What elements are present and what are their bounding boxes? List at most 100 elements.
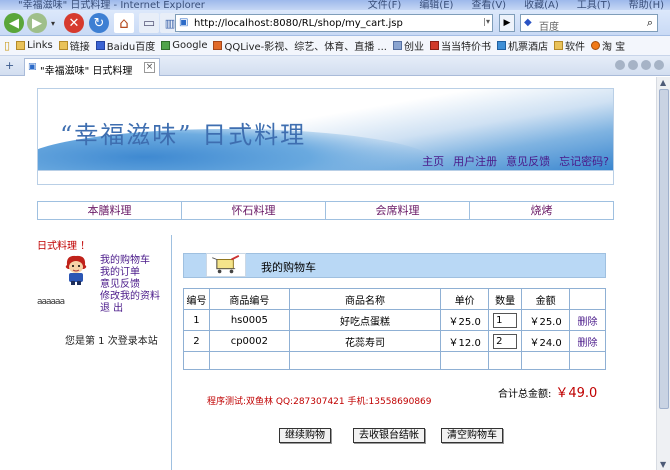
delete-link[interactable]: 删除	[569, 309, 606, 331]
print-icon[interactable]: ▭	[139, 13, 159, 33]
fav-ruanjian[interactable]: 软件	[553, 38, 585, 53]
baidu-icon	[95, 41, 105, 50]
folder-icon	[16, 41, 26, 50]
fav-chuangye[interactable]: 创业	[392, 38, 424, 53]
fav-lianjie[interactable]: 链接	[58, 38, 90, 53]
close-tab-icon[interactable]: ×	[144, 62, 155, 73]
link-home[interactable]: 主页	[422, 153, 444, 169]
col-code: 商品编号	[208, 288, 290, 310]
menu-favorites[interactable]: 收藏(A)	[524, 0, 559, 10]
forward-icon[interactable]: ▶	[27, 13, 47, 33]
navigation-bar: ◀ ▶ ▾ ✕ ↻ ⌂ ▭ ▥ ▣ http://localhost:8080/…	[0, 10, 670, 36]
cell-name: 花蕊寿司	[288, 330, 442, 352]
search-placeholder: 百度	[539, 22, 559, 33]
tab-current[interactable]: ▣ "幸福滋味" 日式料理 ×	[24, 58, 160, 77]
tab-bar: + ▣ "幸福滋味" 日式料理 ×	[0, 56, 670, 77]
col-price: 单价	[440, 288, 490, 310]
history-dropdown-icon[interactable]: ▾	[48, 13, 58, 33]
scroll-thumb[interactable]	[659, 89, 669, 409]
tab-control-icon[interactable]	[654, 60, 664, 70]
cell-qty	[488, 309, 523, 331]
site-banner: “幸福滋味” 日式料理 主页 用户注册 意见反馈 忘记密码?	[37, 88, 614, 171]
sidebar-item-my-cart[interactable]: 我的购物车	[100, 255, 160, 267]
total-value: ￥49.0	[555, 386, 598, 401]
category-kaiseki[interactable]: 怀石料理	[182, 202, 326, 219]
add-tab-icon[interactable]: +	[5, 59, 14, 72]
fav-google[interactable]: Google	[161, 40, 207, 51]
folder-icon	[58, 41, 68, 50]
cart-total: 合计总金额: ￥49.0	[498, 382, 597, 401]
fav-qqlive[interactable]: QQLive-影视、综艺、体育、直播 ...	[213, 38, 387, 53]
table-header-row: 编号 商品编号 商品名称 单价 数量 金额	[183, 288, 606, 310]
scroll-up-icon[interactable]: ▲	[660, 78, 666, 87]
continue-shopping-button[interactable]: 继续购物	[279, 428, 331, 443]
quantity-input[interactable]	[493, 333, 518, 349]
back-icon[interactable]: ◀	[4, 13, 24, 33]
banner-links: 主页 用户注册 意见反馈 忘记密码?	[422, 153, 609, 169]
link-register[interactable]: 用户注册	[453, 153, 497, 169]
search-icon[interactable]: ⌕	[647, 16, 653, 30]
site-icon	[392, 41, 402, 50]
sidebar-header: 日式料理 ！	[37, 241, 91, 252]
home-icon[interactable]: ⌂	[114, 13, 134, 33]
table-row-empty	[183, 351, 606, 370]
cell-code: cp0002	[208, 330, 290, 352]
category-grill[interactable]: 烧烤	[470, 202, 613, 219]
link-feedback[interactable]: 意见反馈	[506, 153, 550, 169]
sidebar-item-logout[interactable]: 退 出	[100, 303, 160, 315]
fav-baidu[interactable]: Baidu百度	[95, 38, 155, 53]
sidebar-dots: aaaaaa	[37, 297, 65, 307]
menu-help[interactable]: 帮助(H)	[629, 0, 664, 10]
tab-label: "幸福滋味" 日式料理	[40, 66, 133, 77]
sidebar-menu: 我的购物车 我的订单 意见反馈 修改我的资料 退 出	[100, 255, 160, 315]
col-amount: 金额	[521, 288, 571, 310]
cell-price: ￥25.0	[440, 309, 490, 331]
sidebar-item-feedback[interactable]: 意见反馈	[100, 279, 160, 291]
favorites-star-icon: ▯	[4, 39, 11, 52]
fav-jipiao[interactable]: 机票酒店	[496, 38, 548, 53]
fav-links[interactable]: Links	[16, 40, 53, 51]
col-qty: 数量	[488, 288, 523, 310]
total-label: 合计总金额:	[498, 389, 552, 400]
fav-dangdang[interactable]: 当当特价书	[429, 38, 491, 53]
address-dropdown-icon[interactable]: |▾	[483, 17, 490, 26]
refresh-icon[interactable]: ↻	[89, 13, 109, 33]
sidebar-item-edit-profile[interactable]: 修改我的资料	[100, 291, 160, 303]
tab-control-icon[interactable]	[615, 60, 625, 70]
category-honzen[interactable]: 本膳料理	[38, 202, 182, 219]
sidebar-item-my-orders[interactable]: 我的订单	[100, 267, 160, 279]
category-kaiseki-banquet[interactable]: 会席料理	[326, 202, 470, 219]
menu-file[interactable]: 文件(F)	[368, 0, 402, 10]
cell-qty	[488, 330, 523, 352]
go-button[interactable]: ▶	[499, 14, 515, 32]
delete-link[interactable]: 删除	[569, 330, 606, 352]
table-row: 2 cp0002 花蕊寿司 ￥12.0 ￥24.0 删除	[183, 330, 606, 352]
tab-control-icon[interactable]	[628, 60, 638, 70]
address-bar[interactable]: ▣ http://localhost:8080/RL/shop/my_cart.…	[175, 14, 493, 32]
scroll-down-icon[interactable]: ▼	[660, 460, 666, 469]
baidu-logo-icon: ◆	[524, 17, 532, 28]
checkout-button[interactable]: 去收银台结帐	[353, 428, 425, 443]
address-url: http://localhost:8080/RL/shop/my_cart.js…	[194, 17, 403, 29]
shopping-cart-icon	[206, 253, 246, 277]
window-title: "幸福滋味" 日式料理 - Internet Explorer	[18, 0, 205, 10]
stop-icon[interactable]: ✕	[64, 13, 84, 33]
menu-edit[interactable]: 编辑(E)	[419, 0, 453, 10]
dangdang-icon	[429, 41, 439, 50]
vertical-scrollbar[interactable]: ▲ ▼	[656, 77, 670, 470]
qqlive-icon	[213, 41, 223, 50]
search-box[interactable]: ◆ 百度 ⌕	[520, 14, 658, 33]
cart-title: 我的购物车	[261, 261, 316, 274]
menu-view[interactable]: 查看(V)	[471, 0, 506, 10]
link-forgot-password[interactable]: 忘记密码?	[559, 153, 609, 169]
favorites-bar: ▯ Links 链接 Baidu百度 Google QQLive-影视、综艺、体…	[0, 36, 670, 56]
clear-cart-button[interactable]: 清空购物车	[441, 428, 503, 443]
user-avatar-icon	[65, 255, 87, 285]
fav-taobao[interactable]: 淘 宝	[590, 38, 625, 53]
cell-no: 2	[183, 330, 210, 352]
tab-control-icon[interactable]	[641, 60, 651, 70]
menu-tools[interactable]: 工具(T)	[577, 0, 611, 10]
cell-no: 1	[183, 309, 210, 331]
quantity-input[interactable]	[493, 312, 518, 328]
table-row: 1 hs0005 好吃点蛋糕 ￥25.0 ￥25.0 删除	[183, 309, 606, 331]
